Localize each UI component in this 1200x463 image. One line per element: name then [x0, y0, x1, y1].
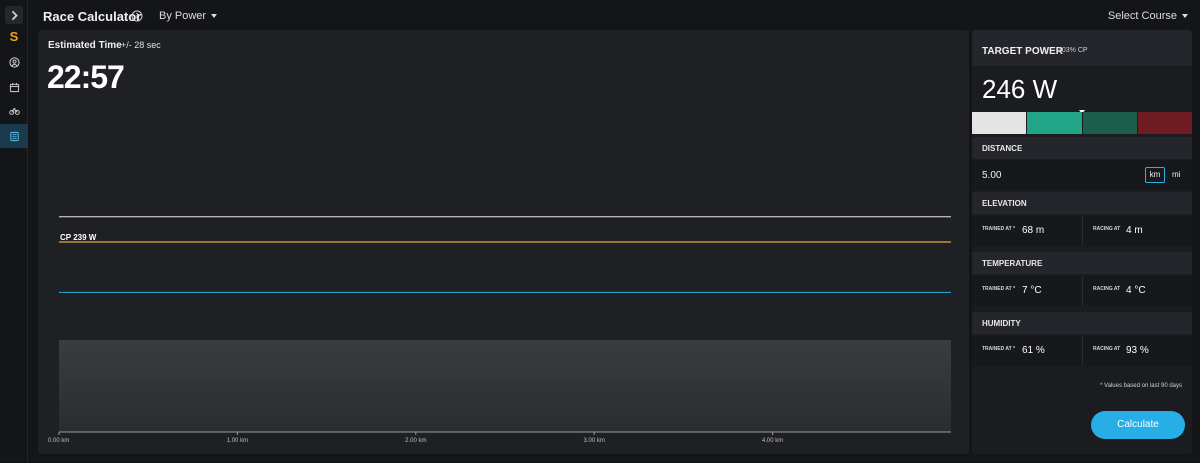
- x-tick-label: 3.00 km: [584, 438, 605, 444]
- elevation-racing-value[interactable]: 4 m: [1126, 225, 1143, 236]
- caret-down-icon: [211, 14, 218, 18]
- expand-sidebar-button[interactable]: [5, 6, 23, 24]
- elevation-trained-label: TRAINED AT *: [982, 226, 1016, 232]
- humidity-row: TRAINED AT * 61 % RACING AT 93 %: [972, 336, 1192, 366]
- course-dropdown[interactable]: Select Course: [1108, 10, 1188, 22]
- sidebar: S: [0, 0, 28, 463]
- temperature-racing-value[interactable]: 4 °C: [1126, 285, 1146, 296]
- unit-km-toggle[interactable]: km: [1145, 167, 1165, 183]
- humidity-title: HUMIDITY: [982, 319, 1021, 328]
- target-power-value: 246 W: [982, 74, 1058, 104]
- elevation-trained-field[interactable]: TRAINED AT * 68 m: [972, 216, 1082, 246]
- elevation-racing-label: RACING AT: [1093, 226, 1121, 232]
- temperature-trained-field[interactable]: TRAINED AT * 7 °C: [972, 276, 1082, 306]
- page-title: Race Calculator: [43, 9, 142, 24]
- chevron-right-icon: [11, 10, 18, 20]
- elevation-trained-value: 68 m: [1022, 225, 1045, 236]
- power-zone-3: [1081, 112, 1137, 134]
- estimated-time-margin: +/- 28 sec: [121, 40, 161, 50]
- elevation-racing-field[interactable]: RACING AT 4 m: [1082, 216, 1192, 246]
- nav-calendar[interactable]: [5, 78, 23, 96]
- power-chart: CP 239 W 0.00 km 1.00 km 2.00 km 3.00 km 4.00…: [38, 30, 969, 454]
- power-zone-4: [1136, 112, 1192, 134]
- calculate-button[interactable]: Calculate: [1091, 411, 1185, 439]
- x-tick-label: 1.00 km: [227, 438, 248, 444]
- temperature-trained-label: TRAINED AT *: [982, 286, 1016, 292]
- temperature-row: TRAINED AT * 7 °C RACING AT 4 °C: [972, 276, 1192, 306]
- footnote: * Values based on last 90 days: [1100, 383, 1182, 389]
- user-circle-icon: [8, 56, 20, 68]
- x-tick-label: 4.00 km: [762, 438, 783, 444]
- humidity-trained-label: TRAINED AT *: [982, 346, 1016, 352]
- distance-title: DISTANCE: [982, 144, 1023, 153]
- nav-profile[interactable]: [5, 53, 23, 71]
- distance-row: 5.00 km mi: [972, 160, 1192, 190]
- distance-header: DISTANCE: [972, 137, 1192, 159]
- caret-down-icon: [1182, 14, 1188, 18]
- estimated-time-label: Estimated Time: [48, 40, 122, 51]
- nav-activities[interactable]: [5, 101, 23, 119]
- elevation-title: ELEVATION: [982, 199, 1027, 208]
- humidity-racing-field[interactable]: RACING AT 93 %: [1082, 336, 1192, 366]
- cp-reference-label: CP 239 W: [60, 233, 97, 242]
- power-chart-svg: CP 239 W 0.00 km 1.00 km 2.00 km 3.00 km 4.00…: [48, 216, 951, 444]
- target-power-percent: 103% CP: [1058, 47, 1088, 54]
- elevation-profile: [59, 340, 951, 432]
- humidity-racing-label: RACING AT: [1093, 346, 1121, 352]
- calendar-icon: [9, 82, 19, 92]
- top-bar: Race Calculator By Power Select Course: [28, 0, 1200, 30]
- x-tick-label: 2.00 km: [405, 438, 426, 444]
- temperature-title: TEMPERATURE: [982, 259, 1043, 268]
- humidity-trained-field[interactable]: TRAINED AT * 61 %: [972, 336, 1082, 366]
- temperature-racing-label: RACING AT: [1093, 286, 1121, 292]
- humidity-header: HUMIDITY: [972, 312, 1192, 334]
- logo-s-icon: S: [9, 28, 19, 44]
- settings-panel: TARGET POWER 103% CP 246 W DISTANCE 5.00…: [972, 30, 1192, 454]
- power-zone-2: [1026, 112, 1082, 134]
- unit-mi-toggle[interactable]: mi: [1172, 170, 1180, 179]
- temperature-trained-value: 7 °C: [1022, 285, 1042, 296]
- calculator-icon: [9, 131, 19, 141]
- mode-dropdown-label: By Power: [159, 10, 207, 22]
- x-tick-label: 0.00 km: [48, 438, 69, 444]
- mode-dropdown[interactable]: By Power: [159, 10, 218, 22]
- nav-calculator[interactable]: [5, 127, 23, 145]
- temperature-racing-field[interactable]: RACING AT 4 °C: [1082, 276, 1192, 306]
- estimated-time-value: 22:57: [47, 59, 125, 95]
- app-logo[interactable]: S: [5, 27, 23, 45]
- course-dropdown-label: Select Course: [1107, 10, 1177, 22]
- elevation-header: ELEVATION: [972, 192, 1192, 214]
- race-chart-panel: CP 239 W 0.00 km 1.00 km 2.00 km 3.00 km 4.00…: [38, 30, 969, 454]
- target-power-title: TARGET POWER: [982, 46, 1063, 57]
- info-icon[interactable]: [131, 10, 143, 22]
- humidity-trained-value: 61 %: [1022, 345, 1045, 356]
- temperature-header: TEMPERATURE: [972, 252, 1192, 274]
- power-zone-1: [972, 112, 1027, 134]
- humidity-racing-value[interactable]: 93 %: [1126, 345, 1149, 356]
- distance-input[interactable]: 5.00: [982, 170, 1001, 181]
- elevation-row: TRAINED AT * 68 m RACING AT 4 m: [972, 216, 1192, 246]
- target-power-header: TARGET POWER 103% CP: [972, 30, 1192, 66]
- power-zone-bar: [972, 112, 1192, 134]
- bike-icon: [8, 107, 20, 115]
